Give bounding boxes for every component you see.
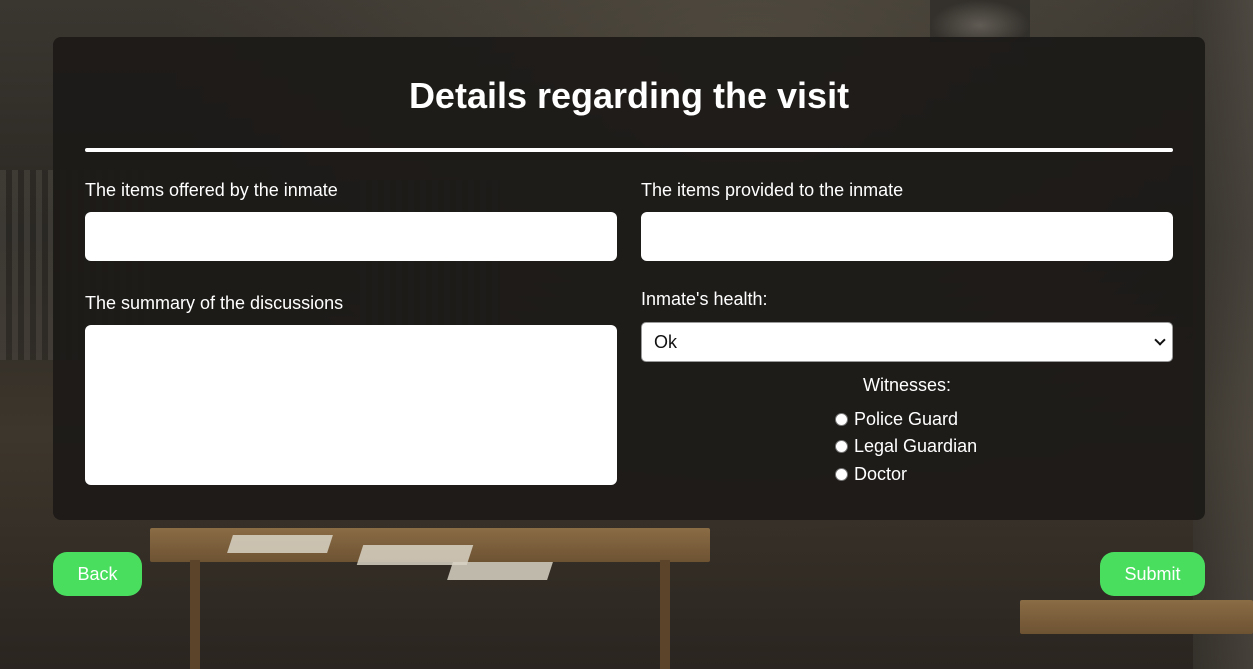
table-leg-decoration: [190, 560, 200, 669]
summary-textarea[interactable]: [85, 325, 617, 485]
items-provided-input[interactable]: [641, 212, 1173, 261]
items-offered-input[interactable]: [85, 212, 617, 261]
radio-button[interactable]: [835, 439, 848, 453]
back-button[interactable]: Back: [53, 552, 142, 596]
page-title: Details regarding the visit: [408, 75, 850, 116]
witness-option-legal-guardian[interactable]: Legal Guardian: [835, 435, 977, 457]
summary-label: The summary of the discussions: [85, 293, 344, 313]
visit-details-panel: Details regarding the visit The items of…: [53, 37, 1205, 520]
health-label: Inmate's health:: [641, 289, 768, 309]
ceiling-fan-decoration: [930, 0, 1030, 42]
witness-option-label: Legal Guardian: [854, 436, 978, 456]
paper-decoration: [447, 562, 553, 580]
health-select[interactable]: Ok: [641, 322, 1173, 362]
health-selected-value: Ok: [654, 332, 678, 352]
witness-option-label: Doctor: [854, 464, 908, 484]
witness-option-doctor[interactable]: Doctor: [835, 463, 907, 485]
witness-option-label: Police Guard: [854, 409, 959, 429]
items-provided-label: The items provided to the inmate: [641, 180, 904, 200]
table-decoration: [1020, 600, 1253, 634]
witnesses-label: Witnesses:: [862, 375, 952, 395]
witness-option-police-guard[interactable]: Police Guard: [835, 408, 958, 430]
radio-button[interactable]: [835, 412, 848, 426]
table-leg-decoration: [660, 560, 670, 669]
title-divider: [85, 148, 1173, 152]
submit-button[interactable]: Submit: [1100, 552, 1205, 596]
chevron-down-icon: [1154, 334, 1166, 346]
paper-decoration: [227, 535, 333, 553]
radio-button[interactable]: [835, 467, 848, 481]
items-offered-label: The items offered by the inmate: [85, 180, 338, 200]
